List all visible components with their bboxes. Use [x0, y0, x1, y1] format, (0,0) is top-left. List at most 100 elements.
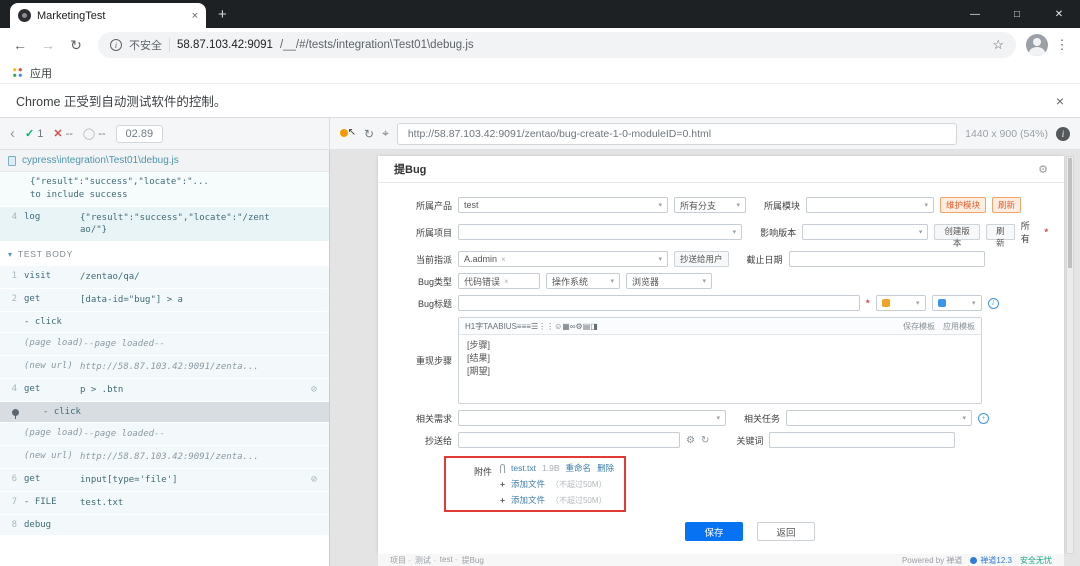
save-button[interactable]: 保存	[685, 522, 743, 541]
assigned-to-select[interactable]: A.admin × ▾	[458, 251, 668, 267]
steps-editor[interactable]: H1字TAABIUS≡≡≡☰⋮⋮☺▦∞⚙▤◨ 保存模板 应用模板 [步骤] [结果…	[458, 317, 982, 404]
tab-close-icon[interactable]: ×	[192, 10, 198, 22]
page-footer: 项目测试test提Bug Powered by 禅道 禅道12.3 安全无忧	[378, 554, 1064, 566]
os-select[interactable]: 操作系统 ▾	[546, 273, 620, 289]
minimize-button[interactable]: —	[954, 0, 996, 28]
product-select[interactable]: test ▾	[458, 197, 668, 213]
priority-select[interactable]: ▾	[931, 295, 982, 311]
plus-icon: +	[500, 479, 505, 489]
chevron-down-icon: ▾	[732, 229, 737, 236]
manage-module-button[interactable]: 维护模块	[940, 197, 987, 213]
command-row-debug[interactable]: 8 debug	[0, 515, 329, 536]
bookmark-star-icon[interactable]: ☆	[992, 37, 1004, 53]
task-select[interactable]: ▾	[786, 410, 972, 426]
chevron-down-icon: ▾	[736, 202, 740, 209]
zentao-version-link[interactable]: 禅道12.3	[970, 555, 1012, 566]
command-row-click-pinned[interactable]: - click	[0, 402, 329, 423]
clear-icon[interactable]: ×	[504, 277, 509, 286]
viewport-info-icon[interactable]: i	[1056, 126, 1070, 141]
branch-select[interactable]: 所有分支 ▾	[674, 197, 746, 213]
version-select[interactable]: ▾	[802, 224, 929, 240]
collapse-reporter-icon[interactable]: ‹	[10, 125, 15, 142]
assert-message[interactable]: {"result":"success","locate":"... to inc…	[0, 172, 329, 207]
deadline-label: 截止日期	[746, 254, 783, 265]
site-info-icon[interactable]: i	[110, 39, 122, 51]
chrome-menu-icon[interactable]: ⋮	[1052, 37, 1072, 53]
reload-button[interactable]: ↻	[64, 37, 88, 54]
failed-icon: ✕	[53, 128, 63, 140]
event-row-new-url[interactable]: (new url) http://58.87.103.42:9091/zenta…	[0, 356, 329, 379]
close-button[interactable]: ✕	[1038, 0, 1080, 28]
scrollbar-thumb[interactable]	[1068, 158, 1072, 268]
crosshair-icon[interactable]: ⌖	[382, 126, 389, 141]
spec-header[interactable]: cypress\integration\Test01\debug.js	[0, 150, 329, 172]
apps-label[interactable]: 应用	[30, 65, 52, 81]
clear-icon[interactable]: ×	[501, 255, 506, 264]
event-row-page-load[interactable]: (page load) --page loaded--	[0, 333, 329, 356]
chevron-down-icon: ▾	[702, 278, 706, 285]
event-row-new-url[interactable]: (new url) http://58.87.103.42:9091/zenta…	[0, 446, 329, 469]
delete-file-link[interactable]: 删除	[597, 462, 614, 474]
restart-tests-icon[interactable]: ↻	[364, 127, 374, 141]
selector-playground-icon[interactable]: ↖	[340, 127, 356, 141]
bug-type-select[interactable]: 代码错误 ×	[458, 273, 540, 289]
browser-tab[interactable]: MarketingTest ×	[10, 3, 206, 28]
page-scrollbar[interactable]	[1066, 156, 1074, 554]
add-file-row[interactable]: + 添加文件 （不超过50M）	[500, 494, 614, 506]
address-bar[interactable]: i 不安全 58.87.103.42:9091 /__/#/tests/integ…	[98, 32, 1016, 58]
editor-content[interactable]: [步骤] [结果] [期望]	[459, 335, 981, 403]
profile-avatar[interactable]	[1026, 34, 1048, 56]
aut-url-bar[interactable]: http://58.87.103.42:9091/zentao/bug-crea…	[396, 122, 958, 145]
bug-title-input[interactable]	[458, 295, 860, 311]
module-select[interactable]: ▾	[806, 197, 934, 213]
refresh-module-button[interactable]: 刷新	[992, 197, 1022, 213]
notice-close-icon[interactable]: ×	[1056, 93, 1064, 109]
deadline-input[interactable]	[788, 251, 985, 267]
mailto-users-button[interactable]: 抄送给用户	[674, 251, 729, 267]
create-build-button[interactable]: 创建版本	[934, 224, 980, 248]
forward-button[interactable]: →	[36, 37, 60, 53]
browser-select[interactable]: 浏览器 ▾	[626, 273, 712, 289]
gear-icon[interactable]: ⚙	[1038, 163, 1048, 176]
chrome-toolbar: ← → ↻ i 不安全 58.87.103.42:9091 /__/#/tests…	[0, 28, 1080, 62]
command-row-get[interactable]: 6 get input[type='file'] ⊘	[0, 469, 329, 492]
log-command-row[interactable]: 4 log {"result":"success","locate":"/zen…	[0, 207, 329, 242]
mailto-refresh-icon[interactable]: ↻	[701, 435, 709, 446]
command-row-click[interactable]: - click	[0, 312, 329, 333]
add-file-row[interactable]: + 添加文件 （不超过50M）	[500, 478, 614, 490]
severity-icon	[881, 299, 890, 307]
severity-select[interactable]: ▾	[875, 295, 926, 311]
mailto-settings-icon[interactable]: ⚙	[686, 435, 695, 446]
new-tab-button[interactable]: +	[218, 6, 227, 23]
command-row-get[interactable]: 4 get p > .btn ⊘	[0, 379, 329, 402]
command-row-get[interactable]: 2 get [data-id="bug"] > a	[0, 289, 329, 312]
apps-grid-icon[interactable]	[12, 67, 23, 78]
command-row-file[interactable]: 7 - FILE test.txt	[0, 492, 329, 515]
assign-label: 当前指派	[415, 254, 452, 265]
back-button[interactable]: 返回	[757, 522, 815, 541]
project-select[interactable]: ▾	[458, 224, 743, 240]
test-body-section[interactable]: ▾ TEST BODY	[0, 242, 329, 266]
editor-tool-icon[interactable]: H1字TAABIUS≡≡≡☰⋮⋮☺▦∞⚙▤◨	[465, 321, 598, 332]
add-file-link[interactable]: 添加文件	[511, 494, 545, 506]
event-row-page-load[interactable]: (page load) --page loaded--	[0, 423, 329, 446]
save-template-link[interactable]: 保存模板	[903, 321, 935, 332]
help-icon[interactable]: i	[987, 297, 999, 309]
back-button[interactable]: ←	[8, 37, 32, 53]
product-label: 所属产品	[415, 200, 452, 211]
link-task-icon[interactable]: +	[978, 412, 989, 424]
all-versions-label[interactable]: 所有	[1021, 219, 1039, 245]
story-select[interactable]: ▾	[458, 410, 726, 426]
footer-extra-link[interactable]: 安全无忧	[1020, 555, 1052, 566]
refresh-build-button[interactable]: 刷新	[985, 224, 1015, 248]
keywords-input[interactable]	[769, 432, 956, 448]
add-file-link[interactable]: 添加文件	[511, 478, 545, 490]
mailto-input[interactable]	[458, 432, 680, 448]
command-row-visit[interactable]: 1 visit /zentao/qa/	[0, 266, 329, 289]
apply-template-link[interactable]: 应用模板	[943, 321, 975, 332]
rename-file-link[interactable]: 重命名	[566, 462, 592, 474]
failed-count: --	[65, 127, 73, 140]
maximize-button[interactable]: □	[996, 0, 1038, 28]
file-name[interactable]: test.txt	[511, 463, 536, 473]
breadcrumb[interactable]: 项目测试test提Bug	[390, 555, 484, 566]
